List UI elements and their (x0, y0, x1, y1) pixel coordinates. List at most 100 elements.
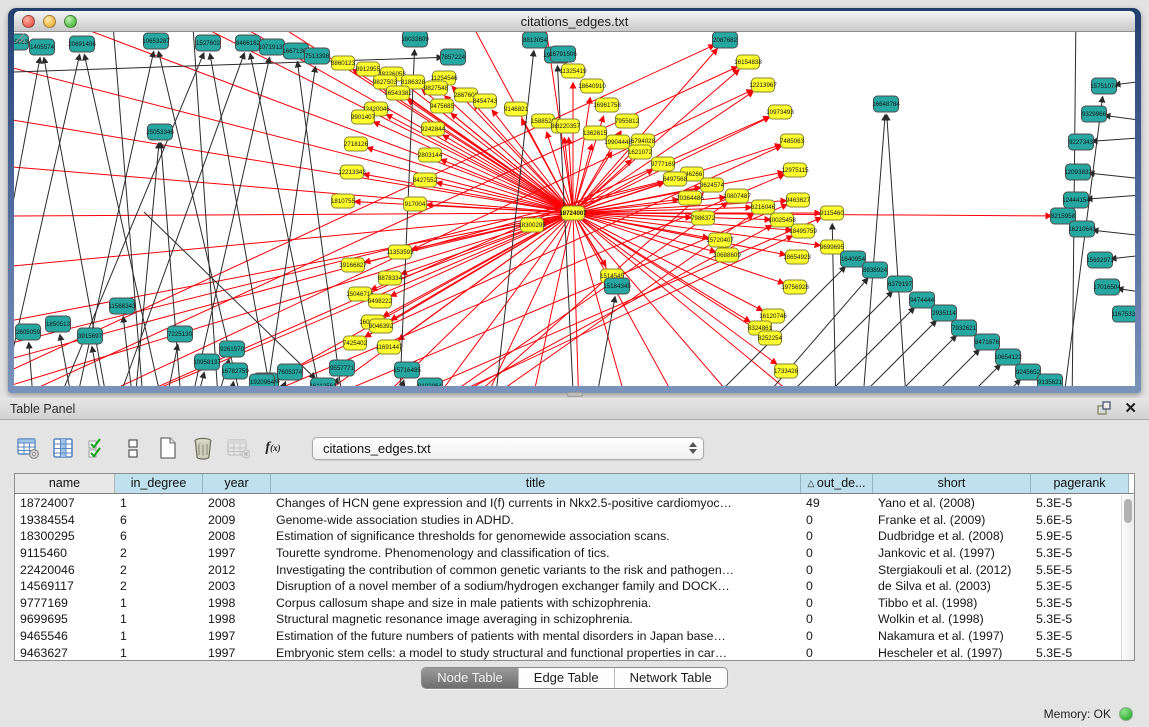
table-cell[interactable]: Yano et al. (2008) (873, 496, 1031, 510)
table-row[interactable]: 946554611997Estimation of the future num… (15, 628, 1121, 645)
tab-edge-table[interactable]: Edge Table (518, 668, 614, 688)
table-cell[interactable]: Estimation of the future numbers of pati… (271, 629, 801, 643)
table-cell[interactable]: de Silva et al. (2003) (873, 579, 1031, 593)
resize-grip-icon[interactable] (14, 32, 1133, 384)
table-cell[interactable]: 49 (801, 496, 873, 510)
table-cell[interactable]: 1997 (203, 629, 271, 643)
table-cell[interactable]: 2009 (203, 513, 271, 527)
table-cell[interactable]: 0 (801, 546, 873, 560)
table-cell[interactable]: Wolkin et al. (1998) (873, 612, 1031, 626)
table-cell[interactable]: 0 (801, 646, 873, 660)
select-columns-button[interactable] (86, 436, 110, 460)
import-table-button[interactable] (226, 436, 250, 460)
table-cell[interactable]: Stergiakouli et al. (2012) (873, 563, 1031, 577)
table-cell[interactable]: 0 (801, 513, 873, 527)
delete-table-button[interactable] (191, 436, 215, 460)
close-button[interactable] (22, 15, 35, 28)
table-cell[interactable]: Structural magnetic resonance image aver… (271, 612, 801, 626)
table-cell[interactable]: 1 (115, 612, 203, 626)
table-row[interactable]: 1830029562008Estimation of significance … (15, 528, 1121, 545)
zoom-button[interactable] (64, 15, 77, 28)
memory-status-indicator[interactable] (1119, 707, 1133, 721)
table-options-button[interactable] (16, 436, 40, 460)
table-row[interactable]: 946362711997Embryonic stem cells: a mode… (15, 644, 1121, 660)
table-cell[interactable]: 9465546 (15, 629, 115, 643)
table-cell[interactable]: 18724007 (15, 496, 115, 510)
table-cell[interactable]: 2008 (203, 496, 271, 510)
table-row[interactable]: 977716911998Corpus callosum shape and si… (15, 595, 1121, 612)
table-cell[interactable]: 1 (115, 646, 203, 660)
table-cell[interactable]: 5.3E-5 (1031, 596, 1121, 610)
table-cell[interactable]: 14569117 (15, 579, 115, 593)
function-builder-button[interactable]: f(x) (261, 436, 285, 460)
column-header-title[interactable]: title (271, 474, 801, 493)
tab-node-table[interactable]: Node Table (422, 668, 518, 688)
table-cell[interactable]: 1 (115, 629, 203, 643)
table-cell[interactable]: 9115460 (15, 546, 115, 560)
table-cell[interactable]: Nakamura et al. (1997) (873, 629, 1031, 643)
table-selector-dropdown[interactable]: citations_edges.txt (312, 437, 704, 460)
table-cell[interactable]: 9699695 (15, 612, 115, 626)
table-cell[interactable]: 22420046 (15, 563, 115, 577)
network-window-titlebar[interactable]: citations_edges.txt (14, 11, 1135, 32)
table-cell[interactable]: 0 (801, 529, 873, 543)
table-cell[interactable]: Franke et al. (2009) (873, 513, 1031, 527)
float-panel-button[interactable] (1097, 401, 1112, 416)
table-cell[interactable]: 9463627 (15, 646, 115, 660)
table-cell[interactable]: 2 (115, 563, 203, 577)
table-cell[interactable]: 0 (801, 563, 873, 577)
table-cell[interactable]: Disruption of a novel member of a sodium… (271, 579, 801, 593)
table-cell[interactable]: 5.3E-5 (1031, 612, 1121, 626)
table-cell[interactable]: 5.6E-5 (1031, 513, 1121, 527)
column-header-pagerank[interactable]: pagerank (1031, 474, 1129, 493)
table-cell[interactable]: Tibbo et al. (1998) (873, 596, 1031, 610)
table-cell[interactable]: Estimation of significance thresholds fo… (271, 529, 801, 543)
table-cell[interactable]: 1998 (203, 596, 271, 610)
panel-splitter-handle[interactable] (567, 392, 583, 397)
table-cell[interactable]: 1 (115, 496, 203, 510)
table-cell[interactable]: 6 (115, 513, 203, 527)
table-cell[interactable]: 9777169 (15, 596, 115, 610)
table-cell[interactable]: 2003 (203, 579, 271, 593)
column-header-name[interactable]: name (15, 474, 115, 493)
table-cell[interactable]: 5.3E-5 (1031, 629, 1121, 643)
table-cell[interactable]: 1 (115, 596, 203, 610)
column-header-short[interactable]: short (873, 474, 1031, 493)
table-row[interactable]: 969969511998Structural magnetic resonanc… (15, 611, 1121, 628)
table-cell[interactable]: Hescheler et al. (1997) (873, 646, 1031, 660)
table-cell[interactable]: Tourette syndrome. Phenomenology and cla… (271, 546, 801, 560)
show-columns-button[interactable] (51, 436, 75, 460)
table-cell[interactable]: 0 (801, 612, 873, 626)
table-cell[interactable]: 6 (115, 529, 203, 543)
close-panel-button[interactable]: ✕ (1124, 401, 1137, 416)
column-header-year[interactable]: year (203, 474, 271, 493)
table-cell[interactable]: 0 (801, 596, 873, 610)
table-cell[interactable]: 18300295 (15, 529, 115, 543)
table-cell[interactable]: 2 (115, 546, 203, 560)
table-row[interactable]: 911546021997Tourette syndrome. Phenomeno… (15, 545, 1121, 562)
tab-network-table[interactable]: Network Table (614, 668, 727, 688)
table-cell[interactable]: 0 (801, 629, 873, 643)
network-graph-canvas[interactable]: 1872400788601238912955182260589827503818… (14, 32, 1135, 386)
table-cell[interactable]: 2008 (203, 529, 271, 543)
table-cell[interactable]: 1998 (203, 612, 271, 626)
table-cell[interactable]: 5.5E-5 (1031, 563, 1121, 577)
table-cell[interactable]: Genome-wide association studies in ADHD. (271, 513, 801, 527)
table-row[interactable]: 1872400712008Changes of HCN gene express… (15, 495, 1121, 512)
table-cell[interactable]: Changes of HCN gene expression and I(f) … (271, 496, 801, 510)
row-height-button[interactable] (121, 436, 145, 460)
table-cell[interactable]: 5.3E-5 (1031, 496, 1121, 510)
table-cell[interactable]: 0 (801, 579, 873, 593)
table-cell[interactable]: Jankovic et al. (1997) (873, 546, 1031, 560)
table-cell[interactable]: 5.3E-5 (1031, 646, 1121, 660)
scrollbar-thumb[interactable] (1124, 499, 1132, 523)
column-header-out_de[interactable]: △ out_de... (801, 474, 873, 493)
table-row[interactable]: 1456911722003Disruption of a novel membe… (15, 578, 1121, 595)
table-cell[interactable]: 5.9E-5 (1031, 529, 1121, 543)
table-row[interactable]: 2242004622012Investigating the contribut… (15, 561, 1121, 578)
table-cell[interactable]: 1997 (203, 646, 271, 660)
table-cell[interactable]: 5.3E-5 (1031, 546, 1121, 560)
table-cell[interactable]: Investigating the contribution of common… (271, 563, 801, 577)
table-cell[interactable]: 5.3E-5 (1031, 579, 1121, 593)
table-cell[interactable]: Corpus callosum shape and size in male p… (271, 596, 801, 610)
